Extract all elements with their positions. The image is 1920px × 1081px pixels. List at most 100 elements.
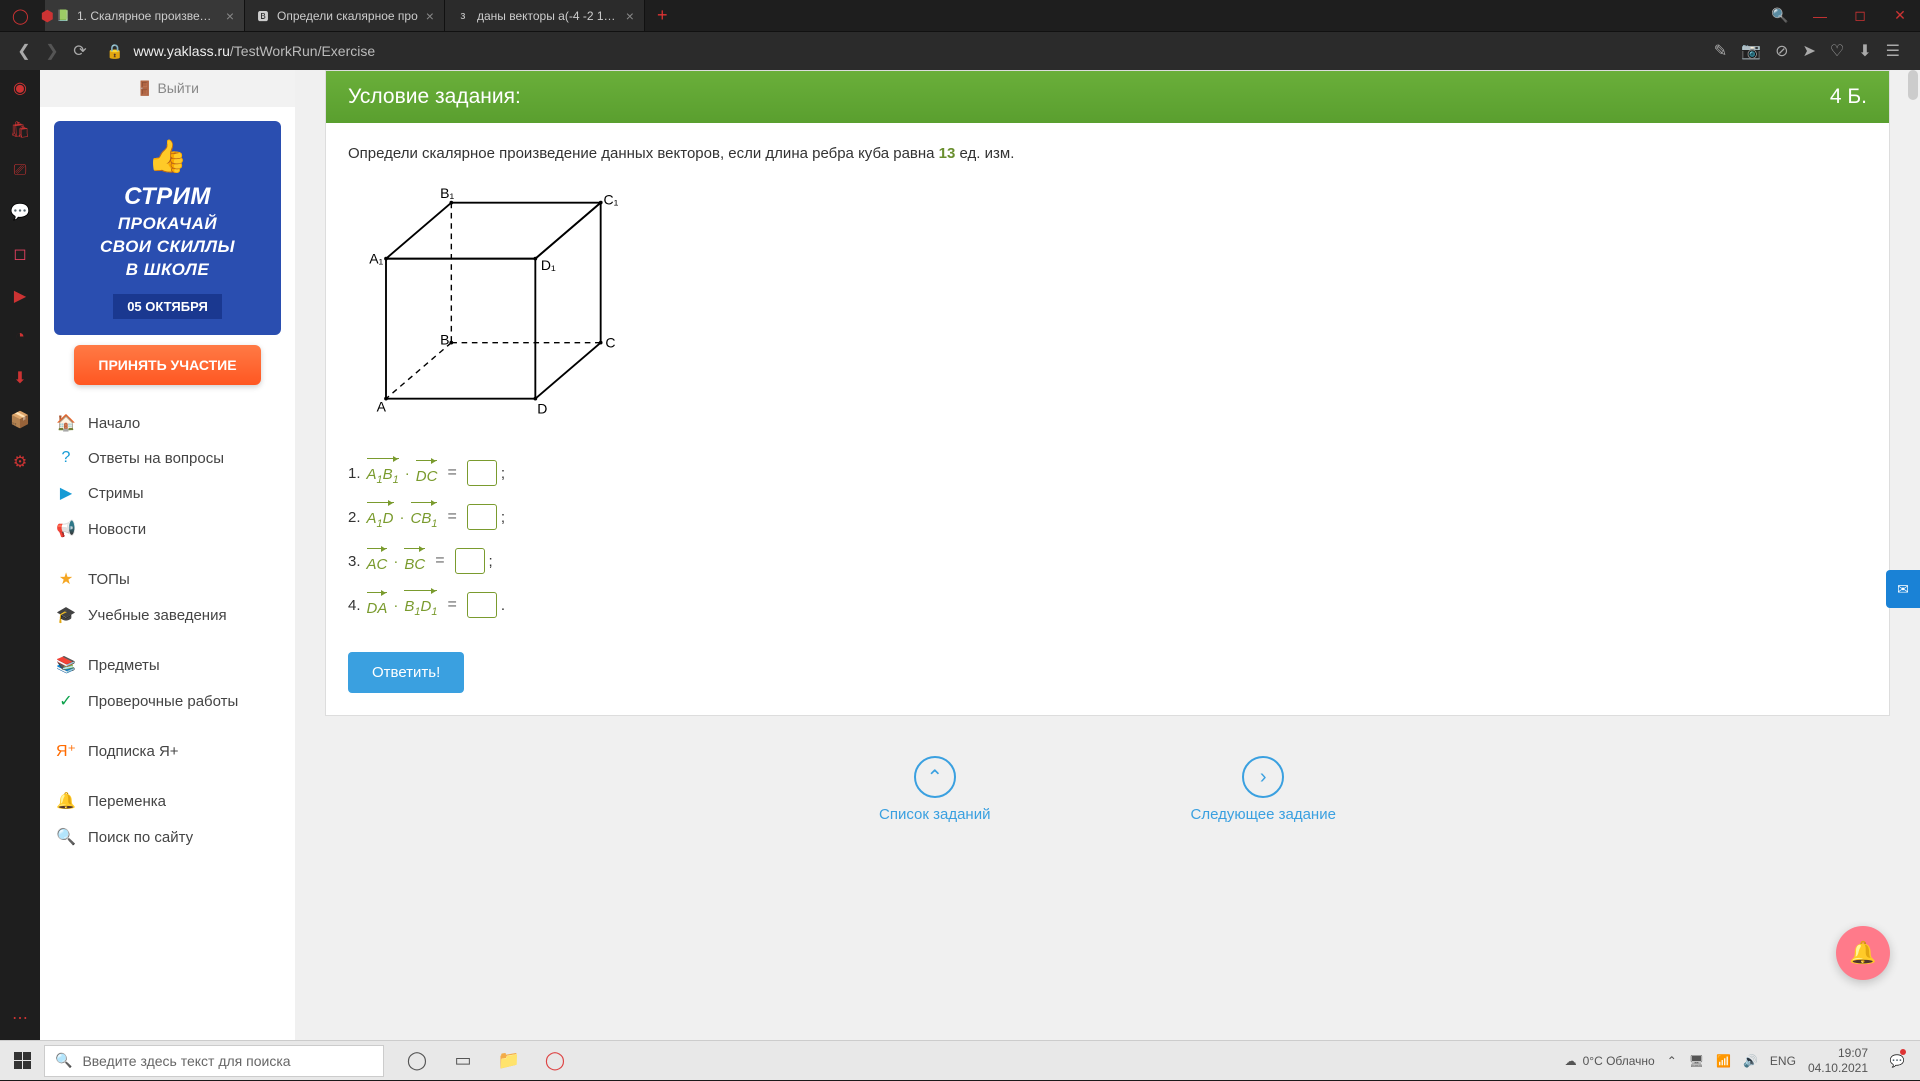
- svg-text:B₁: B₁: [440, 185, 454, 201]
- sidebar-item[interactable]: Я⁺Подписка Я+: [54, 733, 281, 769]
- notification-bell[interactable]: 🔔: [1836, 926, 1890, 980]
- rail-icon[interactable]: ⚙: [13, 452, 27, 472]
- sidebar-item[interactable]: 🔔Переменка: [54, 783, 281, 819]
- tab-title: 1. Скалярное произведен: [77, 9, 218, 23]
- edit-icon[interactable]: ✎: [1714, 41, 1727, 61]
- nav-label: Новости: [88, 521, 146, 538]
- close-button[interactable]: ✕: [1880, 0, 1920, 31]
- taskbar-app[interactable]: ▭: [444, 1041, 482, 1081]
- maximize-button[interactable]: ◻: [1840, 0, 1880, 31]
- send-icon[interactable]: ➤: [1803, 41, 1816, 61]
- minimize-button[interactable]: —: [1800, 0, 1840, 31]
- close-icon[interactable]: ×: [626, 8, 634, 24]
- logout-button[interactable]: 🚪 Выйти: [40, 70, 295, 107]
- volume-icon[interactable]: 🔊: [1743, 1054, 1758, 1068]
- opera-icon[interactable]: ◯: [12, 7, 29, 25]
- task-view-button[interactable]: ◯: [398, 1041, 436, 1081]
- download-icon[interactable]: ⬇: [1858, 41, 1871, 61]
- network-icon[interactable]: 🖥: [1689, 1054, 1704, 1068]
- close-icon[interactable]: ×: [426, 8, 434, 24]
- back-button[interactable]: ❮: [10, 37, 38, 65]
- nav-icon: ▶: [54, 483, 78, 503]
- weather-widget[interactable]: ☁ 0°C Облачно: [1565, 1054, 1655, 1068]
- rail-icon[interactable]: 📦: [10, 410, 30, 430]
- task-points: 4 Б.: [1830, 85, 1867, 109]
- nav-icon: 🔍: [54, 827, 78, 847]
- nav-label: Подписка Я+: [88, 743, 179, 760]
- screenshot-icon[interactable]: 📷: [1741, 41, 1761, 61]
- start-button[interactable]: [0, 1041, 44, 1081]
- sidebar-item[interactable]: ✓Проверочные работы: [54, 683, 281, 719]
- vector: DA: [367, 594, 388, 617]
- rail-icon[interactable]: ◔: [15, 328, 25, 346]
- equation-row: 2. A1D · CB1 = ;: [348, 504, 1867, 530]
- sidebar-item[interactable]: 🏠Начало: [54, 405, 281, 441]
- equation-row: 4. DA · B1D1 = .: [348, 592, 1867, 618]
- shield-icon[interactable]: ⊘: [1775, 41, 1788, 61]
- promo-cta-button[interactable]: ПРИНЯТЬ УЧАСТИЕ: [74, 345, 260, 385]
- opera-sidebar: ◉ 🛍 ⎚ 💬 ◻ ▶ ◔ ⬇ 📦 ⚙ ⋯: [0, 70, 40, 1040]
- answer-input[interactable]: [467, 504, 497, 530]
- promo-banner[interactable]: 👍 СТРИМ ПРОКАЧАЙ СВОИ СКИЛЛЫ В ШКОЛЕ 05 …: [54, 121, 281, 335]
- equation-row: 3. AC · BC = ;: [348, 548, 1867, 574]
- next-task-button[interactable]: › Следующее задание: [1190, 756, 1335, 823]
- answer-input[interactable]: [467, 460, 497, 486]
- menu-icon[interactable]: ☰: [1886, 41, 1900, 61]
- sidebar-item[interactable]: 📚Предметы: [54, 647, 281, 683]
- nav-label: Учебные заведения: [88, 607, 227, 624]
- nav-icon: ★: [54, 569, 78, 589]
- url-field[interactable]: www.yaklass.ru/TestWorkRun/Exercise: [133, 43, 1713, 59]
- main-content: Условие задания: 4 Б. Определи скалярное…: [295, 70, 1920, 1040]
- heart-icon[interactable]: ♡: [1830, 41, 1844, 61]
- site-sidebar: 🚪 Выйти 👍 СТРИМ ПРОКАЧАЙ СВОИ СКИЛЛЫ В Ш…: [40, 70, 295, 1040]
- sidebar-item[interactable]: 📢Новости: [54, 511, 281, 547]
- mail-tab[interactable]: ✉: [1886, 570, 1920, 608]
- svg-text:A₁: A₁: [369, 250, 383, 266]
- answer-input[interactable]: [455, 548, 485, 574]
- task-nav: ⌃ Список заданий › Следующее задание: [325, 756, 1890, 853]
- browser-tab-3[interactable]: з даны векторы a(-4 -2 1)b( ×: [445, 0, 645, 31]
- nav-icon: 🔔: [54, 791, 78, 811]
- taskbar-search[interactable]: 🔍Введите здесь текст для поиска: [44, 1045, 384, 1077]
- whatsapp-icon[interactable]: 💬: [10, 202, 30, 222]
- action-center-icon[interactable]: 💬: [1880, 1041, 1914, 1081]
- windows-taskbar: 🔍Введите здесь текст для поиска ◯ ▭ 📁 ◯ …: [0, 1040, 1920, 1080]
- rail-icon[interactable]: ◉: [13, 78, 27, 98]
- new-tab-button[interactable]: +: [645, 5, 680, 26]
- scrollbar[interactable]: [1906, 70, 1920, 1040]
- reload-button[interactable]: ⟳: [66, 37, 94, 65]
- language-indicator[interactable]: ENG: [1770, 1054, 1796, 1068]
- search-icon[interactable]: 🔍: [1760, 0, 1800, 31]
- sidebar-item[interactable]: ▶Стримы: [54, 475, 281, 511]
- search-icon: 🔍: [55, 1052, 72, 1069]
- submit-button[interactable]: Ответить!: [348, 652, 464, 693]
- task-list-button[interactable]: ⌃ Список заданий: [879, 756, 990, 823]
- browser-tab-1[interactable]: 📗 1. Скалярное произведен ×: [45, 0, 245, 31]
- lock-icon: 🔒: [106, 43, 123, 60]
- forward-button[interactable]: ❯: [38, 37, 66, 65]
- rail-icon[interactable]: ⬇: [13, 368, 26, 388]
- cube-diagram: A₁ B₁ C₁ D₁ A B C D: [358, 180, 638, 440]
- browser-tab-2[interactable]: 🅱 Определи скалярное про ×: [245, 0, 445, 31]
- sidebar-item[interactable]: ★ТОПы: [54, 561, 281, 597]
- close-icon[interactable]: ×: [226, 8, 234, 24]
- discord-icon[interactable]: ⬢: [41, 7, 54, 25]
- answer-input[interactable]: [467, 592, 497, 618]
- sidebar-item[interactable]: 🔍Поиск по сайту: [54, 819, 281, 855]
- sidebar-item[interactable]: ?Ответы на вопросы: [54, 441, 281, 475]
- rail-icon[interactable]: 🛍: [10, 120, 30, 140]
- task-text: Определи скалярное произведение данных в…: [348, 145, 1867, 162]
- clock[interactable]: 19:0704.10.2021: [1808, 1046, 1868, 1075]
- more-icon[interactable]: ⋯: [12, 1008, 28, 1028]
- tab-favicon: з: [455, 8, 471, 24]
- instagram-icon[interactable]: ◻: [13, 244, 26, 264]
- explorer-icon[interactable]: 📁: [490, 1041, 528, 1081]
- sidebar-item[interactable]: 🎓Учебные заведения: [54, 597, 281, 633]
- tray-chevron-icon[interactable]: ⌃: [1667, 1054, 1677, 1068]
- rail-icon[interactable]: ▶: [14, 286, 26, 306]
- tab-favicon: 🅱: [255, 8, 271, 24]
- rail-icon[interactable]: ⎚: [14, 162, 27, 180]
- vector: A1D: [367, 504, 394, 530]
- opera-taskbar-icon[interactable]: ◯: [536, 1041, 574, 1081]
- wifi-icon[interactable]: 📶: [1716, 1054, 1731, 1068]
